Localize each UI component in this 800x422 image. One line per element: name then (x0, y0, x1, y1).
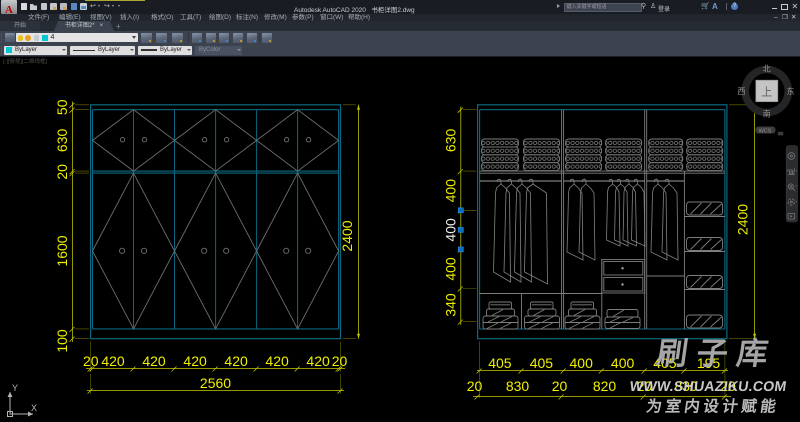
svg-text:南: 南 (763, 109, 771, 119)
svg-text:X: X (31, 403, 37, 413)
svg-text:100: 100 (54, 329, 70, 353)
svg-text:405: 405 (488, 355, 512, 371)
svg-text:420: 420 (101, 353, 125, 369)
svg-text:20: 20 (552, 378, 568, 394)
svg-text:400: 400 (570, 355, 594, 371)
svg-text:刷子库: 刷子库 (654, 336, 779, 371)
svg-text:WWW.SHUAZIKU.COM: WWW.SHUAZIKU.COM (629, 379, 788, 395)
svg-text:630: 630 (443, 129, 459, 153)
svg-text:630: 630 (54, 129, 70, 153)
svg-text:400: 400 (443, 257, 459, 281)
svg-text:420: 420 (142, 353, 166, 369)
svg-text:上: 上 (761, 86, 772, 99)
svg-text:北: 北 (763, 65, 771, 74)
svg-text:830: 830 (506, 378, 530, 394)
svg-text:405: 405 (530, 355, 554, 371)
svg-text:20: 20 (54, 164, 70, 180)
svg-text:2400: 2400 (339, 220, 355, 251)
svg-text:[-][俯视][二维线框]: [-][俯视][二维线框] (3, 57, 47, 65)
svg-text:420: 420 (306, 353, 330, 369)
svg-text:1600: 1600 (54, 235, 70, 266)
svg-text:420: 420 (224, 353, 248, 369)
svg-text:420: 420 (183, 353, 207, 369)
svg-text:Y: Y (12, 383, 18, 393)
svg-text:20: 20 (332, 353, 348, 369)
svg-text:WCS: WCS (759, 129, 772, 135)
svg-text:400: 400 (443, 179, 459, 203)
svg-text:50: 50 (54, 99, 70, 115)
svg-text:420: 420 (265, 353, 289, 369)
svg-text:820: 820 (593, 378, 617, 394)
svg-text:东: 东 (787, 86, 795, 96)
svg-text:为室内设计赋能: 为室内设计赋能 (645, 397, 781, 416)
svg-text:340: 340 (443, 293, 459, 317)
svg-text:20: 20 (83, 353, 99, 369)
svg-text:400: 400 (611, 355, 635, 371)
svg-text:2400: 2400 (735, 204, 751, 235)
svg-text:2560: 2560 (200, 375, 231, 391)
svg-text:西: 西 (738, 87, 746, 96)
svg-text:400: 400 (443, 218, 459, 242)
svg-text:20: 20 (467, 378, 483, 394)
